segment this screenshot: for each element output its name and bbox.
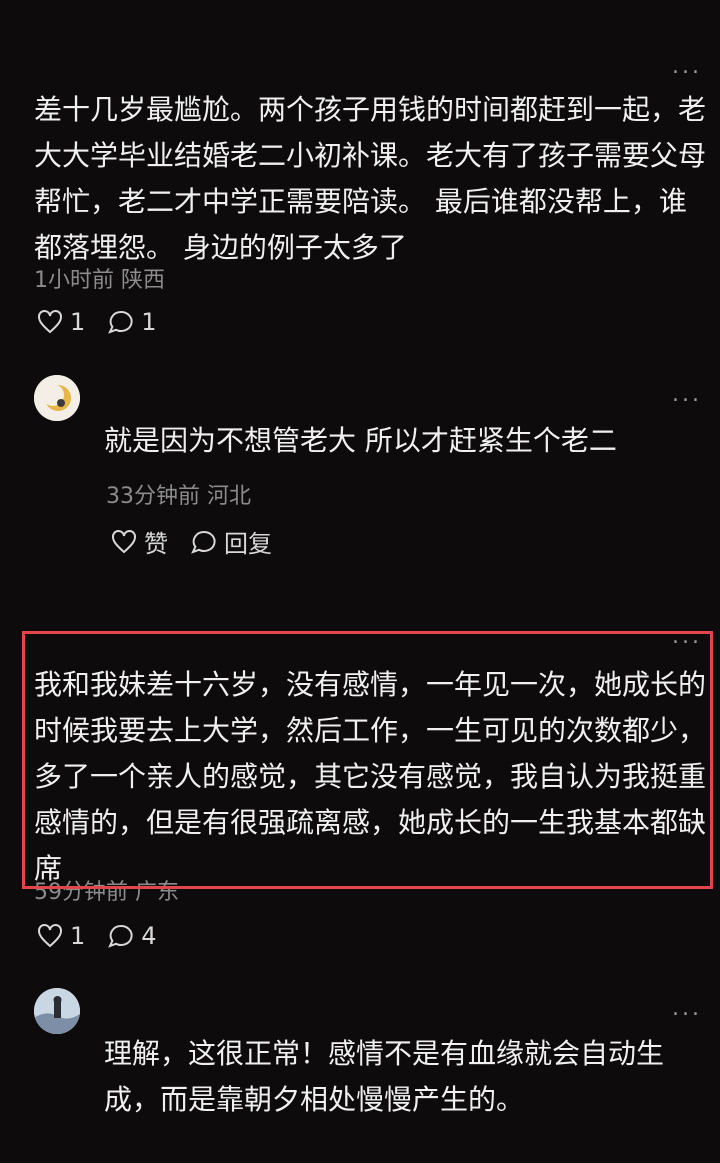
comment-bubble-icon (108, 310, 133, 334)
comment-bubble-icon (108, 924, 133, 948)
comment-meta: 33分钟前 河北 (106, 484, 251, 509)
like-count: 1 (70, 922, 86, 950)
comment-bubble-icon (191, 530, 216, 554)
reply-button[interactable]: 4 (107, 922, 157, 950)
reply-button[interactable]: 1 (107, 308, 157, 336)
comment-actions: 赞 回复 (110, 524, 294, 559)
comment-actions: 1 1 (36, 308, 179, 336)
more-options-button[interactable]: ... (672, 998, 702, 1020)
like-count: 1 (70, 308, 86, 336)
heart-icon (38, 310, 62, 334)
heart-icon (112, 529, 136, 553)
avatar[interactable] (34, 375, 80, 421)
like-button[interactable]: 赞 (110, 524, 168, 559)
reply-button[interactable]: 回复 (190, 524, 272, 559)
more-options-button[interactable]: ... (672, 56, 702, 78)
highlight-box (22, 631, 713, 889)
reply-count: 1 (141, 308, 157, 336)
comment-text: 理解，这很正常！感情不是有血缘就会自动生成，而是靠朝夕相处慢慢产生的。 (104, 1037, 665, 1116)
comment-text: 差十几岁最尴尬。两个孩子用钱的时间都赶到一起，老大大学毕业结婚老二小初补课。老大… (34, 93, 707, 264)
heart-icon (38, 924, 62, 948)
like-button[interactable]: 1 (36, 308, 85, 336)
comment-meta: 1小时前 陕西 (34, 268, 165, 293)
reply-label: 回复 (224, 530, 272, 558)
reply-count: 4 (141, 922, 157, 950)
like-label: 赞 (144, 530, 168, 558)
comment-actions: 1 4 (36, 922, 179, 950)
more-options-button[interactable]: ... (672, 384, 702, 406)
like-button[interactable]: 1 (36, 922, 85, 950)
comment-text: 就是因为不想管老大 所以才赶紧生个老二 (104, 424, 617, 457)
avatar[interactable] (34, 988, 80, 1034)
